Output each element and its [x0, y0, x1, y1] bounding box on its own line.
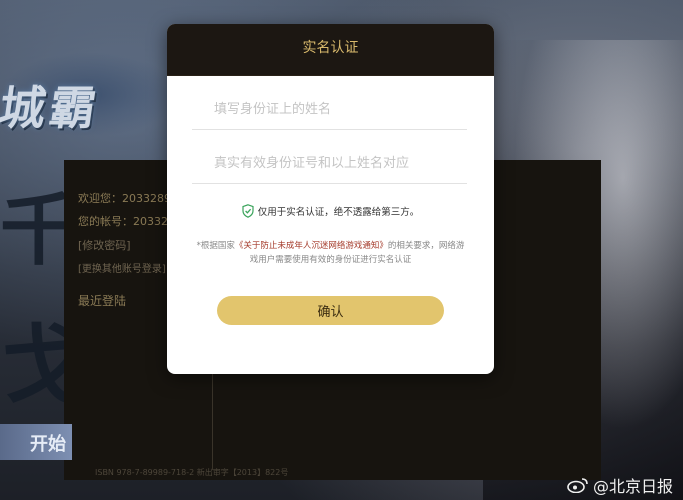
- watermark-text: @北京日报: [592, 477, 673, 496]
- source-watermark: @北京日报: [567, 473, 673, 497]
- game-logo-text: 城霸: [0, 81, 104, 135]
- id-number-input[interactable]: [192, 144, 467, 184]
- weibo-icon: [567, 478, 588, 493]
- confirm-button[interactable]: 确认: [217, 296, 444, 325]
- recent-login-label: 最近登陆: [78, 294, 127, 308]
- license-footer: ISBN 978-7-89989-718-2 新出审字【2013】822号: [95, 468, 289, 477]
- privacy-notice-text: 仅用于实名认证，绝不透露给第三方。: [257, 207, 420, 218]
- privacy-notice: 仅用于实名认证，绝不透露给第三方。: [167, 204, 494, 218]
- name-input[interactable]: [192, 90, 467, 130]
- start-game-button[interactable]: 开始: [0, 424, 72, 460]
- policy-prefix: *根据国家: [196, 241, 235, 251]
- realname-dialog: 实名认证 仅用于实名认证，绝不透露给第三方。 *根据国家《关于防止未成年人沉迷网…: [167, 24, 494, 374]
- change-password-link[interactable]: [修改密码]: [78, 237, 131, 253]
- switch-account-link[interactable]: [更换其他账号登录]: [78, 260, 166, 275]
- policy-text: *根据国家《关于防止未成年人沉迷网络游戏通知》的相关要求，网络游戏用户需要使用有…: [195, 239, 466, 267]
- policy-link[interactable]: 《关于防止未成年人沉迷网络游戏通知》: [235, 241, 388, 251]
- dialog-title: 实名认证: [167, 24, 494, 76]
- shield-check-icon: [242, 204, 254, 218]
- welcome-text: 欢迎您：20332893: [78, 192, 178, 205]
